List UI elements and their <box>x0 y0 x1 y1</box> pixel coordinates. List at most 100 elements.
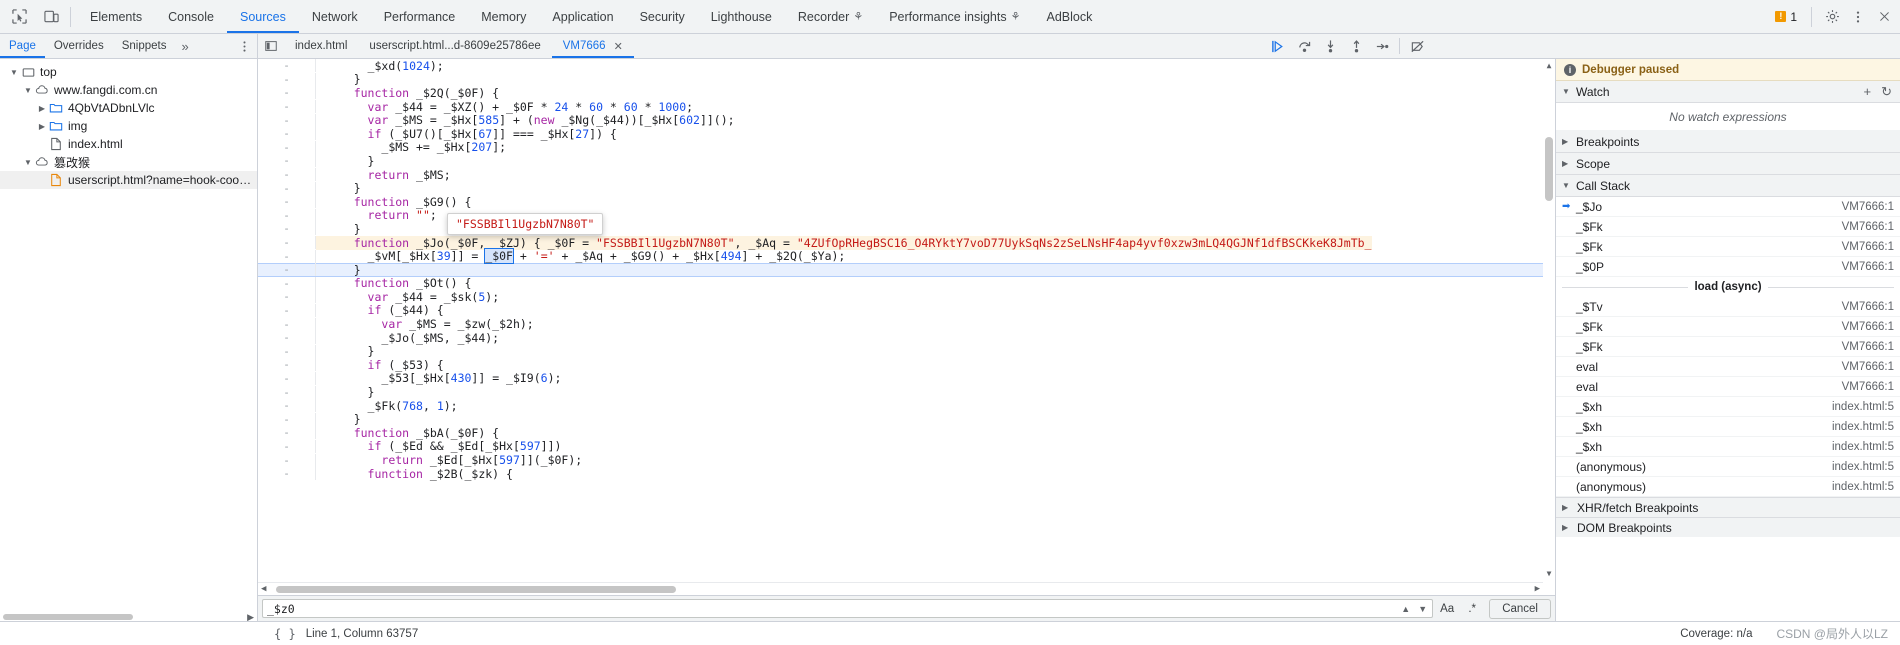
code-line[interactable]: - var _$MS = _$zw(_$2h); <box>258 317 1555 331</box>
call-stack-row[interactable]: _$xh index.html:5 <box>1556 437 1900 457</box>
twisty-open-icon[interactable]: ▼ <box>22 86 34 95</box>
nav-more-tabs-button[interactable]: » <box>175 34 194 58</box>
code-line[interactable]: - if (_$53) { <box>258 358 1555 372</box>
call-stack-location[interactable]: VM7666:1 <box>1842 261 1894 273</box>
chevron-up-icon[interactable]: ▲ <box>1398 604 1413 614</box>
tree-item-tampermonkey[interactable]: ▼ 篡改猴 <box>0 153 257 171</box>
code-line[interactable]: - if (_$U7()[_$Hx[67]] === _$Hx[27]) { <box>258 127 1555 141</box>
call-stack-row[interactable]: eval VM7666:1 <box>1556 377 1900 397</box>
inspect-element-icon[interactable] <box>6 4 32 30</box>
code-line[interactable]: - return _$MS; <box>258 168 1555 182</box>
plus-icon[interactable]: + <box>1864 84 1872 100</box>
close-tab-icon[interactable]: ✕ <box>614 40 623 53</box>
code-line[interactable]: - _$vM[_$Hx[39]] = _$0F + '=' + _$Aq + _… <box>258 248 1555 265</box>
code-line[interactable]: - } <box>258 72 1555 86</box>
call-stack-row[interactable]: _$Fk VM7666:1 <box>1556 217 1900 237</box>
call-stack-location[interactable]: VM7666:1 <box>1842 321 1894 333</box>
search-input[interactable]: _$z0 ▲ ▼ <box>262 599 1434 618</box>
tree-item-www-fangdi-com-cn[interactable]: ▼ www.fangdi.com.cn <box>0 81 257 99</box>
code-line[interactable]: - _$53[_$Hx[430]] = _$I9(6); <box>258 371 1555 385</box>
cancel-button[interactable]: Cancel <box>1489 598 1551 619</box>
code-line[interactable]: - var _$44 = _$sk(5); <box>258 290 1555 304</box>
twisty-open-icon[interactable]: ▼ <box>1562 87 1572 96</box>
chevron-down-icon[interactable]: ▼ <box>1415 604 1430 614</box>
call-stack-row[interactable]: _$Fk VM7666:1 <box>1556 317 1900 337</box>
twisty-closed-icon[interactable]: ▶ <box>1562 137 1572 146</box>
navigator-kebab-menu-icon[interactable] <box>238 34 251 58</box>
scope-section-header[interactable]: ▶ Scope <box>1556 153 1900 175</box>
kebab-menu-icon[interactable] <box>1846 5 1870 29</box>
warning-count-badge[interactable]: ! 1 <box>1769 10 1803 24</box>
call-stack-location[interactable]: index.html:5 <box>1832 401 1894 413</box>
call-stack-row[interactable]: _$Fk VM7666:1 <box>1556 337 1900 357</box>
code-line[interactable]: - } <box>258 181 1555 195</box>
code-line[interactable]: - _$Jo(_$MS, _$44); <box>258 331 1555 345</box>
call-stack-row[interactable]: (anonymous) index.html:5 <box>1556 477 1900 497</box>
scrollbar-thumb[interactable] <box>1545 137 1553 201</box>
call-stack-location[interactable]: index.html:5 <box>1832 461 1894 473</box>
tab-memory[interactable]: Memory <box>468 0 539 33</box>
code-line[interactable]: - function _$2B(_$zk) { <box>258 467 1555 481</box>
tab-lighthouse[interactable]: Lighthouse <box>698 0 785 33</box>
code-line[interactable]: - var _$44 = _$XZ() + _$0F * 24 * 60 * 6… <box>258 100 1555 114</box>
tree-item-img[interactable]: ▶ img <box>0 117 257 135</box>
call-stack-location[interactable]: VM7666:1 <box>1842 221 1894 233</box>
step-into-next-function-call-button[interactable] <box>1317 34 1343 58</box>
code-line[interactable]: - function _$Jo(_$0F, _$ZJ) { _$0F = "FS… <box>258 235 1555 250</box>
tree-item-4qbvtadbnlvlc[interactable]: ▶ 4QbVtADbnLVlc <box>0 99 257 117</box>
match-case-button[interactable]: Aa <box>1435 599 1459 618</box>
code-line[interactable]: - if (_$44) { <box>258 303 1555 317</box>
call-stack-location[interactable]: VM7666:1 <box>1842 241 1894 253</box>
editor-tab-userscript[interactable]: userscript.html...d-8609e25786ee <box>358 34 551 58</box>
call-stack-location[interactable]: VM7666:1 <box>1842 341 1894 353</box>
tab-recorder[interactable]: Recorder ⚘ <box>785 0 876 33</box>
tab-network[interactable]: Network <box>299 0 371 33</box>
call-stack-location[interactable]: VM7666:1 <box>1842 361 1894 373</box>
dom-breakpoints-header[interactable]: ▶ DOM Breakpoints <box>1556 517 1900 537</box>
code-line[interactable]: - _$Fk(768, 1); <box>258 399 1555 413</box>
call-stack-row[interactable]: _$xh index.html:5 <box>1556 417 1900 437</box>
callstack-section-header[interactable]: ▼ Call Stack <box>1556 175 1900 197</box>
tab-console[interactable]: Console <box>155 0 227 33</box>
scroll-down-icon[interactable]: ▼ <box>1543 567 1555 579</box>
code-editor[interactable]: - _$xd(1024); - } - function _$2Q(_$0F) {-… <box>258 59 1555 595</box>
scroll-left-icon[interactable]: ◀ <box>261 584 266 594</box>
code-line[interactable]: - _$MS += _$Hx[207]; <box>258 140 1555 154</box>
nav-tab-page[interactable]: Page <box>0 34 45 58</box>
scroll-right-icon[interactable]: ▶ <box>1535 584 1540 594</box>
editor-horizontal-scrollbar[interactable]: ◀ ▶ <box>258 582 1543 595</box>
editor-tab-vm7666[interactable]: VM7666 ✕ <box>552 34 634 58</box>
breakpoints-section-header[interactable]: ▶ Breakpoints <box>1556 131 1900 153</box>
twisty-closed-icon[interactable]: ▶ <box>36 104 48 113</box>
code-line[interactable]: - } <box>258 412 1555 426</box>
tab-performance-insights[interactable]: Performance insights ⚘ <box>876 0 1033 33</box>
navigator-horizontal-scrollbar[interactable]: ▶ <box>0 612 257 621</box>
code-line[interactable]: - } <box>258 154 1555 168</box>
twisty-closed-icon[interactable]: ▶ <box>1562 503 1572 512</box>
code-line[interactable]: - function _$Ot() { <box>258 276 1555 290</box>
tab-adblock[interactable]: AdBlock <box>1033 0 1105 33</box>
deactivate-breakpoints-button[interactable] <box>1404 34 1430 58</box>
tab-performance[interactable]: Performance <box>371 0 469 33</box>
call-stack-row[interactable]: _$Tv VM7666:1 <box>1556 297 1900 317</box>
scrollbar-thumb[interactable] <box>276 586 676 593</box>
tree-item-index-html[interactable]: ▶ index.html <box>0 135 257 153</box>
code-line[interactable]: - return _$Ed[_$Hx[597]](_$0F); <box>258 453 1555 467</box>
tab-security[interactable]: Security <box>627 0 698 33</box>
call-stack-location[interactable]: VM7666:1 <box>1842 301 1894 313</box>
tree-item-userscript-html[interactable]: ▶ userscript.html?name=hook-cookie.user.… <box>0 171 257 189</box>
code-line[interactable]: - function _$bA(_$0F) { <box>258 426 1555 440</box>
code-line[interactable]: - } <box>258 344 1555 358</box>
close-icon[interactable] <box>1872 5 1896 29</box>
step-over-next-function-call-button[interactable] <box>1291 34 1317 58</box>
call-stack-location[interactable]: index.html:5 <box>1832 421 1894 433</box>
scroll-up-icon[interactable]: ▲ <box>1543 59 1555 71</box>
twisty-closed-icon[interactable]: ▶ <box>1562 523 1572 532</box>
code-line[interactable]: - if (_$Ed && _$Ed[_$Hx[597]]) <box>258 439 1555 453</box>
call-stack-location[interactable]: VM7666:1 <box>1842 201 1894 213</box>
tab-sources[interactable]: Sources <box>227 0 299 33</box>
tab-elements[interactable]: Elements <box>77 0 155 33</box>
call-stack-row[interactable]: _$xh index.html:5 <box>1556 397 1900 417</box>
tree-item-top[interactable]: ▼ top <box>0 63 257 81</box>
refresh-icon[interactable]: ↻ <box>1881 84 1892 100</box>
